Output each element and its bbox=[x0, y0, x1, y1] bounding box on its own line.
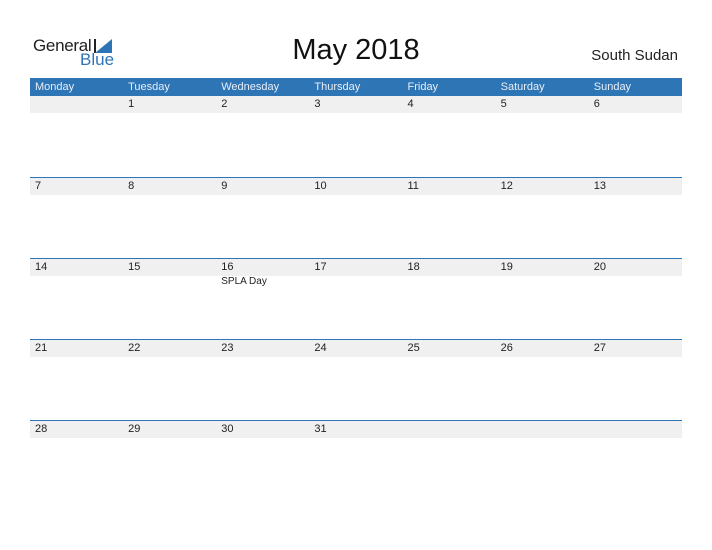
day-number: 5 bbox=[500, 98, 507, 110]
day-cell: 28 bbox=[30, 421, 123, 501]
day-cell: 19 bbox=[496, 259, 589, 339]
day-number: 2 bbox=[221, 98, 228, 110]
day-number: 20 bbox=[593, 261, 606, 273]
day-number: 24 bbox=[314, 342, 327, 354]
day-cell: 24 bbox=[309, 340, 402, 420]
day-cell: 8 bbox=[123, 178, 216, 258]
day-cell: 20 bbox=[589, 259, 682, 339]
day-number: 9 bbox=[221, 180, 228, 192]
weekday-saturday: Saturday bbox=[500, 81, 545, 93]
day-cell bbox=[496, 421, 589, 501]
day-number: 12 bbox=[500, 180, 513, 192]
day-cell: 29 bbox=[123, 421, 216, 501]
week-cells: 1 2 3 4 5 6 bbox=[30, 96, 682, 176]
day-number: 27 bbox=[593, 342, 606, 354]
day-cell: 1 bbox=[123, 96, 216, 176]
day-cell: 15 bbox=[123, 259, 216, 339]
day-cell bbox=[30, 96, 123, 176]
day-cell: 10 bbox=[309, 178, 402, 258]
day-number: 30 bbox=[221, 423, 234, 435]
day-cell: 2 bbox=[216, 96, 309, 176]
day-cell: 27 bbox=[589, 340, 682, 420]
week-row: 14 15 16 SPLA Day 17 18 19 20 bbox=[30, 258, 682, 340]
day-number: 15 bbox=[128, 261, 141, 273]
day-cell: 18 bbox=[403, 259, 496, 339]
week-row: 7 8 9 10 11 12 13 bbox=[30, 177, 682, 259]
weekday-thursday: Thursday bbox=[314, 81, 361, 93]
day-cell: 17 bbox=[309, 259, 402, 339]
week-row: 1 2 3 4 5 6 bbox=[30, 96, 682, 177]
day-number: 17 bbox=[314, 261, 327, 273]
day-cell: 13 bbox=[589, 178, 682, 258]
day-cell: 6 bbox=[589, 96, 682, 176]
day-cell: 31 bbox=[309, 421, 402, 501]
week-cells: 28 29 30 31 bbox=[30, 421, 682, 501]
day-number: 31 bbox=[314, 423, 327, 435]
day-number: 18 bbox=[407, 261, 420, 273]
day-cell: 25 bbox=[403, 340, 496, 420]
day-number: 19 bbox=[500, 261, 513, 273]
weekday-sunday: Sunday bbox=[593, 81, 632, 93]
day-cell: 14 bbox=[30, 259, 123, 339]
weekday-tuesday: Tuesday bbox=[128, 81, 170, 93]
day-number: 13 bbox=[593, 180, 606, 192]
weekday-wednesday: Wednesday bbox=[221, 81, 280, 93]
country-label: South Sudan bbox=[591, 47, 678, 64]
day-number: 7 bbox=[35, 180, 42, 192]
day-number: 21 bbox=[35, 342, 48, 354]
day-number: 4 bbox=[407, 98, 414, 110]
day-cell: 9 bbox=[216, 178, 309, 258]
day-number: 25 bbox=[407, 342, 420, 354]
week-cells: 21 22 23 24 25 26 27 bbox=[30, 340, 682, 420]
day-number: 3 bbox=[314, 98, 321, 110]
week-row: 21 22 23 24 25 26 27 bbox=[30, 339, 682, 421]
day-cell: 11 bbox=[403, 178, 496, 258]
day-cell: 5 bbox=[496, 96, 589, 176]
day-number: 8 bbox=[128, 180, 135, 192]
week-row: 28 29 30 31 bbox=[30, 420, 682, 502]
day-number: 1 bbox=[128, 98, 135, 110]
day-cell: 4 bbox=[403, 96, 496, 176]
day-cell: 30 bbox=[216, 421, 309, 501]
day-cell: 21 bbox=[30, 340, 123, 420]
holiday-event: SPLA Day bbox=[221, 276, 267, 287]
day-cell: 16 SPLA Day bbox=[216, 259, 309, 339]
week-cells: 14 15 16 SPLA Day 17 18 19 20 bbox=[30, 259, 682, 339]
day-number: 28 bbox=[35, 423, 48, 435]
weekday-friday: Friday bbox=[407, 81, 439, 93]
day-number: 22 bbox=[128, 342, 141, 354]
weekday-header: Monday Tuesday Wednesday Thursday Friday… bbox=[30, 78, 682, 96]
day-cell bbox=[403, 421, 496, 501]
weekday-monday: Monday bbox=[35, 81, 75, 93]
day-number: 23 bbox=[221, 342, 234, 354]
day-cell bbox=[589, 421, 682, 501]
day-cell: 7 bbox=[30, 178, 123, 258]
week-cells: 7 8 9 10 11 12 13 bbox=[30, 178, 682, 258]
day-number: 26 bbox=[500, 342, 513, 354]
day-number: 14 bbox=[35, 261, 48, 273]
day-number: 6 bbox=[593, 98, 600, 110]
day-cell: 3 bbox=[309, 96, 402, 176]
day-cell: 22 bbox=[123, 340, 216, 420]
day-cell: 26 bbox=[496, 340, 589, 420]
day-number: 16 bbox=[221, 261, 234, 273]
day-number: 11 bbox=[407, 180, 419, 192]
day-cell: 12 bbox=[496, 178, 589, 258]
day-cell: 23 bbox=[216, 340, 309, 420]
day-number: 29 bbox=[128, 423, 141, 435]
day-number: 10 bbox=[314, 180, 327, 192]
